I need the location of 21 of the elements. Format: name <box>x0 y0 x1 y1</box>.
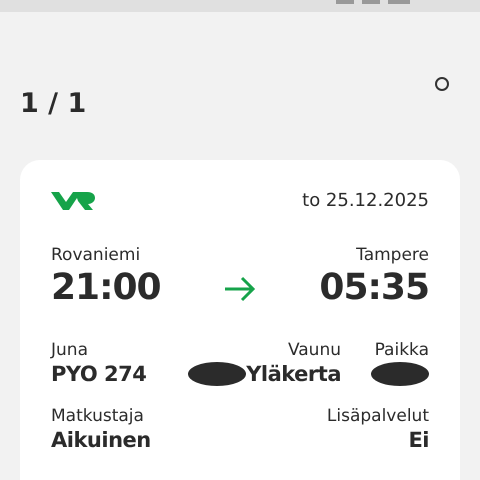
arrival-time: 05:35 <box>319 267 429 308</box>
field-value: Ei <box>408 428 429 452</box>
circle-icon <box>434 76 450 92</box>
field-label: Paikka <box>374 340 429 360</box>
field-label: Lisäpalvelut <box>326 406 429 426</box>
field-label: Matkustaja <box>51 406 144 426</box>
station-name: Tampere <box>356 245 429 265</box>
signal-icon <box>336 0 354 4</box>
logo-icon <box>51 190 95 210</box>
travel-date: to 25.12.2025 <box>302 190 429 211</box>
field-value: PYO 274 <box>51 362 146 386</box>
departure-time: 21:00 <box>51 267 161 308</box>
station-name: Rovaniemi <box>51 245 140 265</box>
signal-icon <box>362 0 380 4</box>
field-value: Yläkerta <box>246 362 341 386</box>
field-label: Vaunu <box>288 340 341 360</box>
page-counter: 1 / 1 <box>20 88 86 119</box>
field-label: Juna <box>51 340 88 360</box>
battery-icon <box>388 0 410 4</box>
arrow-icon <box>223 276 257 302</box>
field-value: Aikuinen <box>51 428 151 452</box>
